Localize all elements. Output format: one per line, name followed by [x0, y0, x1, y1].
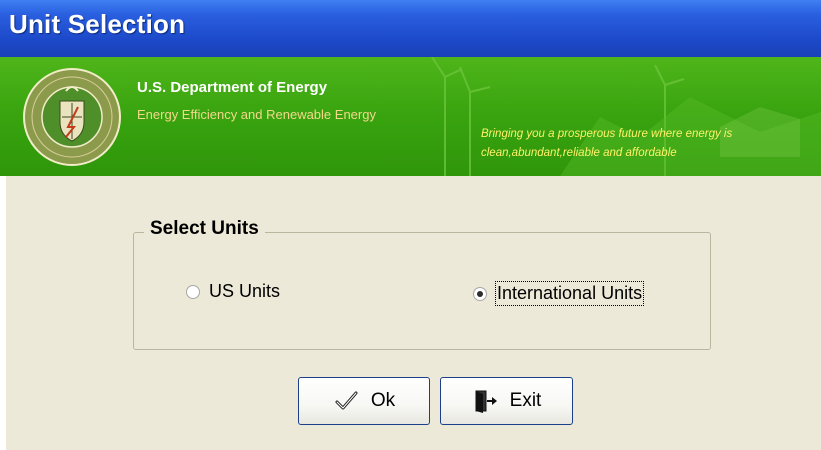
dialog-content: Select Units US Units International Unit…	[6, 176, 821, 450]
radio-selected-dot	[477, 290, 483, 297]
international-units-radio-button[interactable]	[473, 286, 487, 301]
window-title: Unit Selection	[9, 9, 186, 39]
ok-button[interactable]: Ok	[298, 377, 430, 425]
doe-seal-icon	[23, 68, 121, 166]
doe-banner: U.S. Department of Energy Energy Efficie…	[0, 57, 821, 176]
units-group-title: Select Units	[144, 218, 265, 240]
us-units-label[interactable]: US Units	[209, 281, 280, 302]
unit-selection-window: Unit Selection U.S. Department of Energy…	[0, 0, 821, 450]
exit-door-icon	[475, 390, 497, 413]
tagline: Bringing you a prosperous future where e…	[481, 125, 732, 163]
international-units-radio[interactable]: International Units	[473, 281, 645, 306]
org-name: U.S. Department of Energy	[137, 79, 328, 96]
exit-button-label: Exit	[509, 390, 542, 411]
exit-button[interactable]: Exit	[440, 377, 573, 425]
tagline-line-1: Bringing you a prosperous future where e…	[481, 128, 733, 140]
checkmark-icon	[335, 391, 358, 410]
units-groupbox: Select Units US Units International Unit…	[133, 218, 711, 350]
org-subtitle: Energy Efficiency and Renewable Energy	[137, 107, 376, 122]
tagline-line-2: clean,abundant,reliable and affordable	[481, 147, 677, 159]
us-units-radio[interactable]: US Units	[186, 281, 280, 302]
us-units-radio-button[interactable]	[186, 284, 200, 299]
ok-button-label: Ok	[370, 390, 396, 411]
international-units-label[interactable]: International Units	[495, 281, 645, 306]
title-bar[interactable]: Unit Selection	[0, 0, 821, 57]
